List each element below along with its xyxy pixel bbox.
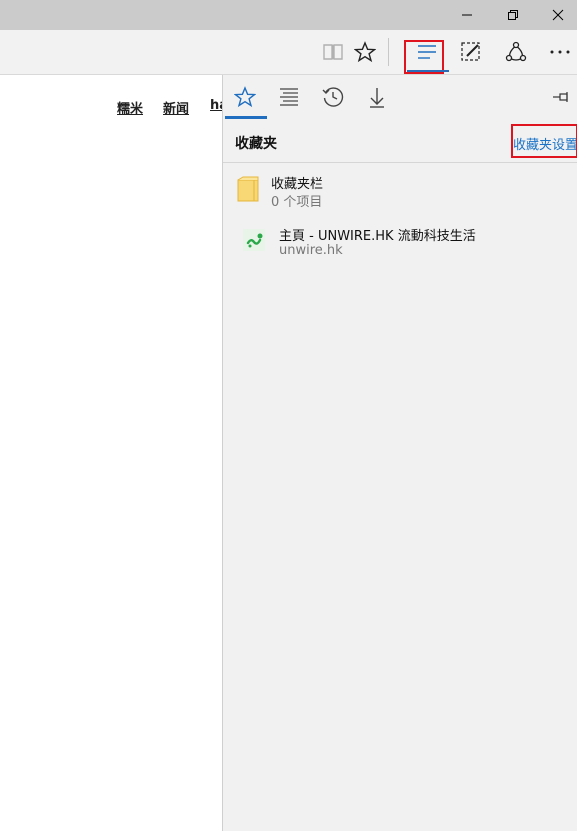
browser-toolbar [0,30,577,75]
hub-button-highlight [404,40,444,74]
hub-title: 收藏夹 [235,136,277,152]
share-icon[interactable] [494,30,538,74]
page-link-nuomi[interactable]: 糯米 [117,98,143,117]
history-icon[interactable] [311,75,355,119]
toolbar-divider [388,38,389,66]
downloads-icon[interactable] [355,75,399,119]
favorites-tab-indicator [225,116,267,119]
fav-item-name: 主頁 - UNWIRE.HK 流動科技生活 [279,229,476,244]
site-favicon [243,229,265,251]
favorites-star-icon[interactable] [223,75,267,119]
fav-item-subtitle: unwire.hk [279,243,343,258]
favorite-site-item[interactable]: 主頁 - UNWIRE.HK 流動科技生活 unwire.hk [223,220,577,268]
pin-icon[interactable] [539,75,577,119]
hub-divider [223,162,577,163]
restore-icon[interactable] [490,0,536,30]
hub-active-indicator [407,70,449,72]
page-link-news[interactable]: 新闻 [163,98,189,117]
favorites-bar-folder[interactable]: 收藏夹栏 0 个项目 [223,167,577,215]
more-icon[interactable] [538,30,577,74]
reading-list-icon[interactable] [267,75,311,119]
favorite-star-icon[interactable] [343,30,387,74]
title-bar [0,0,577,30]
fav-item-name: 收藏夹栏 [271,177,324,192]
web-page: 糯米 新闻 hao123 [0,75,264,831]
web-note-icon[interactable] [449,30,493,74]
close-icon[interactable] [535,0,577,30]
fav-item-subtitle: 0 个项目 [271,195,323,210]
hub-panel: 收藏夹 收藏夹设置 收藏夹栏 0 个项目 主頁 - UNWIRE.HK 流動科技… [222,75,577,831]
settings-link-highlight [511,124,577,158]
folder-icon [237,176,259,202]
minimize-icon[interactable] [444,0,490,30]
